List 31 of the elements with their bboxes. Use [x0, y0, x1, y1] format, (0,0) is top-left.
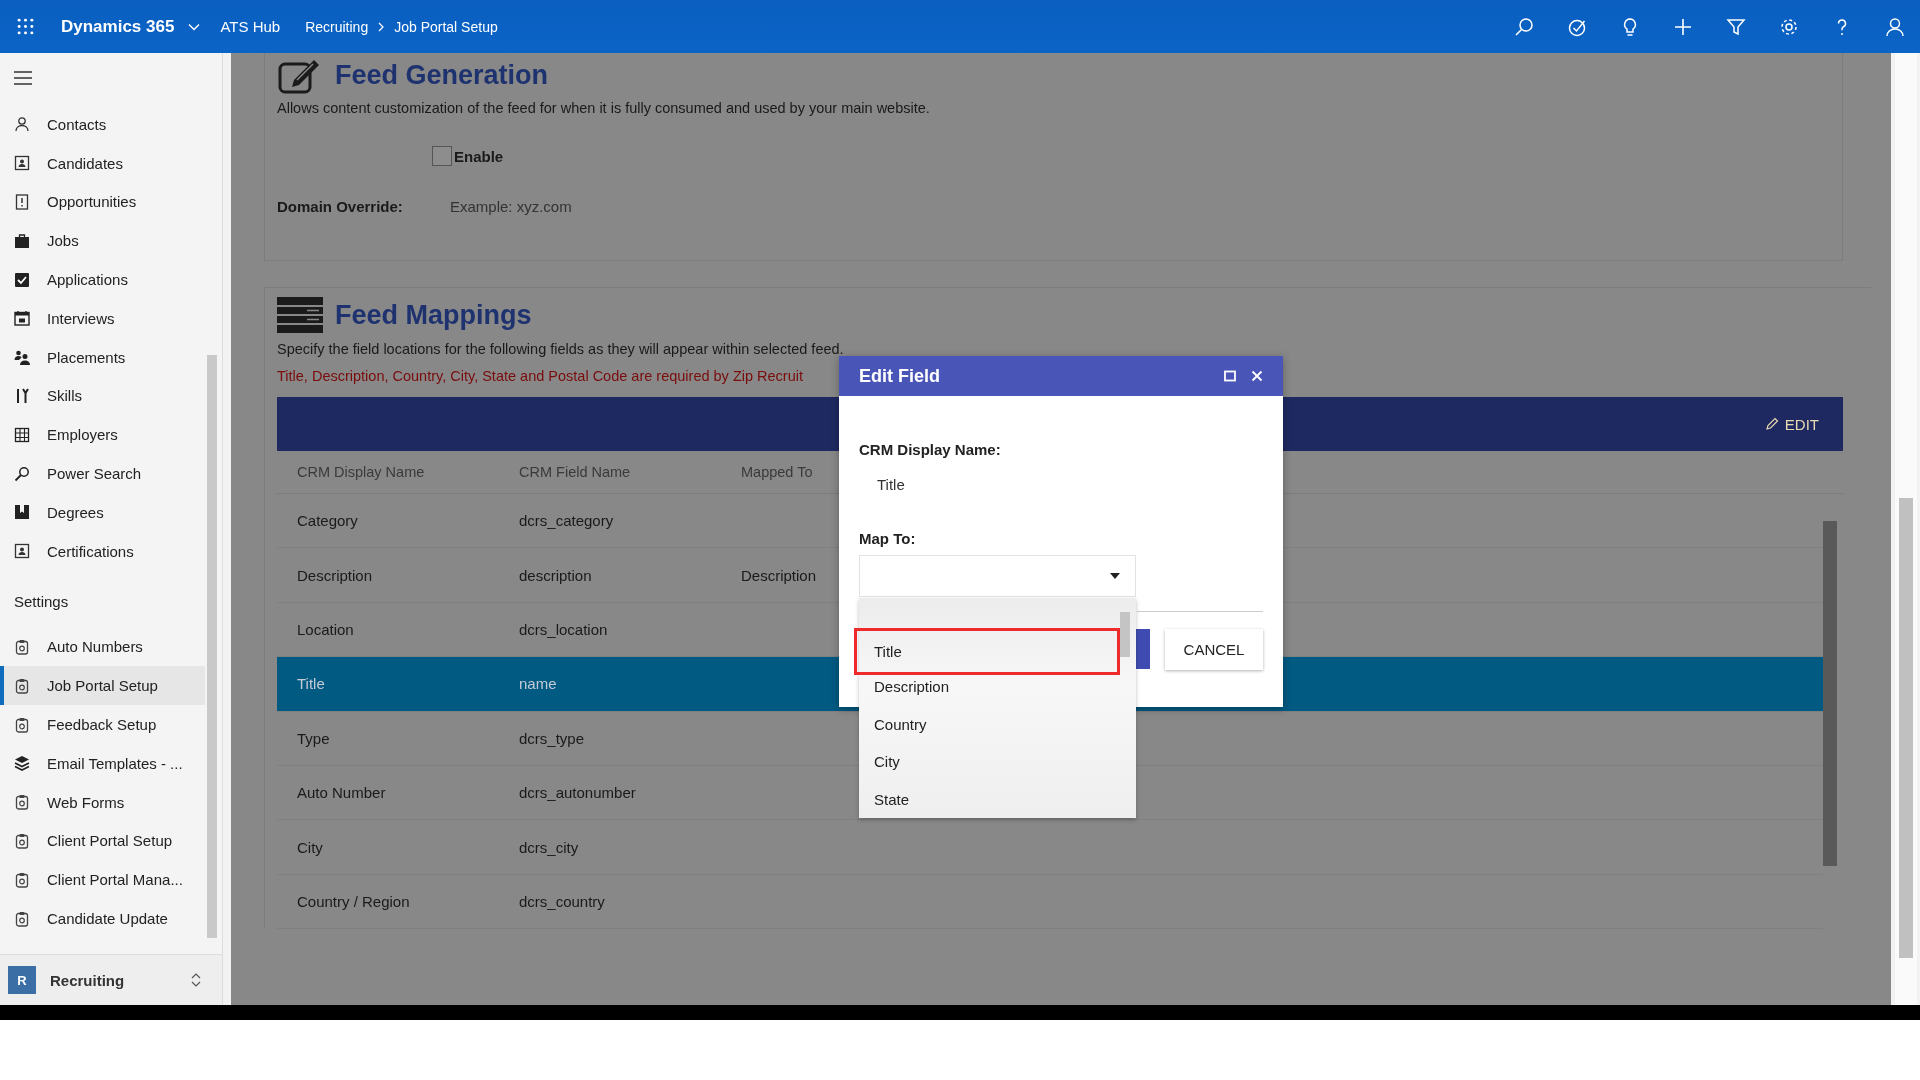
checkbox-label: Enable: [454, 147, 504, 165]
section-title: Feed Mappings: [335, 299, 532, 331]
table-cell: dcrs_type: [519, 729, 585, 747]
dialog-title: Edit Field: [859, 365, 940, 387]
requirement-note: Title, Description, Country, City, State and Postal Code are required by Zip Recruit: [277, 368, 803, 384]
table-cell: Title: [297, 675, 325, 693]
table-cell: description: [519, 566, 592, 584]
table-cell: name: [519, 675, 557, 693]
table-cell: City: [297, 838, 323, 856]
table-cell: Location: [297, 620, 354, 638]
table-cell: dcrs_location: [519, 620, 608, 638]
field-label: Map To:: [859, 530, 917, 547]
table-cell: dcrs_city: [519, 838, 579, 856]
table-cell: Type: [297, 729, 330, 747]
table-cell: dcrs_autonumber: [519, 784, 636, 802]
table-cell: dcrs_country: [519, 892, 605, 910]
section-description: Specify the field locations for the following fields as they will appear within selected feed.: [277, 341, 844, 357]
field-label: CRM Display Name:: [859, 441, 1002, 458]
field-value: Title: [877, 476, 906, 493]
table-cell: Country / Region: [297, 892, 410, 910]
table-cell: Auto Number: [297, 784, 386, 802]
section-heading: Settings: [13, 591, 70, 612]
area-badge: R: [8, 966, 36, 994]
area-name: ATS Hub: [220, 18, 281, 35]
field-label: Domain Override:: [277, 198, 404, 215]
section-title: Feed Generation: [335, 59, 549, 91]
table-cell: Description: [297, 566, 373, 584]
table-cell: Description: [741, 566, 817, 584]
table-cell: dcrs_category: [519, 512, 614, 530]
section-description: Allows content customization of the feed for when it is fully consumed and used by your main website.: [277, 100, 930, 116]
table-cell: Category: [297, 512, 358, 530]
